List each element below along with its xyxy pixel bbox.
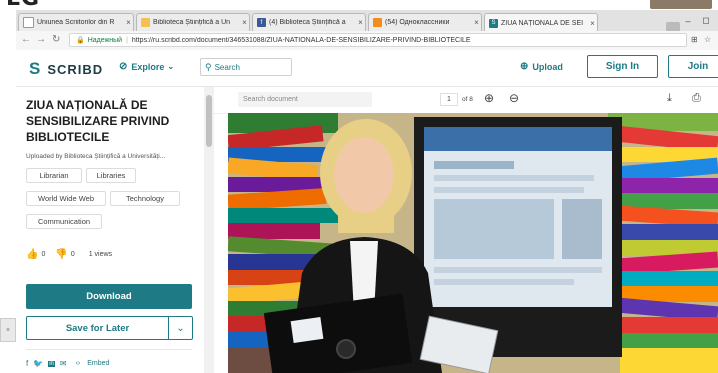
tag-world-wide-web[interactable]: World Wide Web xyxy=(26,191,106,206)
embed-label: Embed xyxy=(87,360,110,367)
tab-title: (4) Biblioteca Științifică a xyxy=(269,19,346,26)
restore-button[interactable]: ◻ xyxy=(698,10,714,31)
explore-button[interactable]: ⊘ Explore ⌄ xyxy=(119,61,174,72)
reload-icon[interactable]: ↻ xyxy=(52,34,60,45)
twitter-icon[interactable]: 🐦 xyxy=(33,359,43,368)
code-icon: ‹› xyxy=(75,360,81,367)
tag-libraries[interactable]: Libraries xyxy=(86,168,136,183)
share-row: f 🐦 in ✉ ‹› Embed xyxy=(26,359,119,368)
facebook-icon[interactable]: f xyxy=(26,359,28,368)
document-toolbar: Search document 1 of 8 ⊕ ⊖ ⤓ ⎙ xyxy=(214,87,718,114)
upload-icon: ⊕ xyxy=(520,61,529,72)
tab-title: Biblioteca Științifică a Un xyxy=(153,19,231,26)
lock-icon: 🔒 xyxy=(76,37,85,44)
close-icon[interactable]: × xyxy=(588,19,597,28)
upvote-count: 0 xyxy=(41,251,46,258)
minimize-button[interactable]: – xyxy=(680,10,696,31)
browser-tab-bar: Uniunea Scriitorilor din R × Biblioteca … xyxy=(16,10,718,32)
page-number-input[interactable]: 1 xyxy=(440,93,458,106)
uploaded-by[interactable]: Uploaded by Biblioteca Științifică a Uni… xyxy=(26,153,198,160)
address-bar: ← → ↻ 🔒 Надежный | https://ru.scribd.com… xyxy=(16,31,718,51)
close-icon[interactable]: × xyxy=(472,18,481,27)
page-icon xyxy=(23,17,34,28)
document-search-input[interactable]: Search document xyxy=(238,92,372,107)
search-icon: ⚲ xyxy=(205,61,212,72)
scribd-icon: S xyxy=(489,18,498,28)
logo-text: SCRIBD xyxy=(47,61,104,77)
book-stack-right xyxy=(607,113,718,373)
download-icon[interactable]: ⤓ xyxy=(667,92,672,105)
tab-title: ZIUA NAȚIONALĂ DE SEI xyxy=(501,19,584,27)
linkedin-icon[interactable]: in xyxy=(48,360,55,367)
chevron-down-icon[interactable]: ⌄ xyxy=(168,316,193,340)
tag-communication[interactable]: Communication xyxy=(26,214,102,229)
chevron-down-icon: ⌄ xyxy=(167,62,175,71)
scrollbar-thumb[interactable] xyxy=(206,95,212,147)
explore-label: Explore xyxy=(131,61,165,72)
document-info-panel: ZIUA NAȚIONALĂ DE SENSIBILIZARE PRIVIND … xyxy=(16,87,204,373)
zoom-out-icon[interactable]: ⊖ xyxy=(509,91,519,105)
tab-title: (54) Одноклассники xyxy=(385,19,450,26)
page-count: of 8 xyxy=(462,96,473,103)
compass-icon: ⊘ xyxy=(119,61,128,72)
secure-label: Надежный xyxy=(87,36,123,44)
url-input[interactable]: 🔒 Надежный | https://ru.scribd.com/docum… xyxy=(69,33,687,47)
photo-illustration xyxy=(228,113,718,373)
divider xyxy=(26,349,192,350)
partial-window-edge: × xyxy=(0,318,16,342)
site-header: S SCRIBD ⊘ Explore ⌄ ⚲ Search ⊕ Upload S… xyxy=(16,50,718,87)
translate-icon[interactable]: ⊞ xyxy=(691,35,698,44)
download-button[interactable]: Download xyxy=(26,284,192,309)
tab-title: Uniunea Scriitorilor din R xyxy=(37,19,115,26)
facebook-icon: f xyxy=(257,18,266,27)
document-page-image xyxy=(228,113,718,373)
search-placeholder: Search xyxy=(214,62,240,72)
sign-in-button[interactable]: Sign In xyxy=(587,55,658,78)
close-icon[interactable]: × xyxy=(124,18,133,27)
forward-arrow-icon[interactable]: → xyxy=(36,34,46,45)
tag-technology[interactable]: Technology xyxy=(110,191,180,206)
tag-librarian[interactable]: Librarian xyxy=(26,168,82,183)
close-icon[interactable]: × xyxy=(356,18,365,27)
close-icon[interactable]: × xyxy=(240,18,249,27)
separator: | xyxy=(126,36,128,44)
upload-button[interactable]: ⊕ Upload xyxy=(520,61,563,72)
browser-tab[interactable]: Uniunea Scriitorilor din R × xyxy=(18,13,134,31)
mail-icon[interactable]: ✉ xyxy=(60,359,67,368)
browser-tab[interactable]: f (4) Biblioteca Științifică a × xyxy=(252,13,366,31)
bookmark-icon xyxy=(141,18,150,27)
scribd-logo[interactable]: S SCRIBD xyxy=(29,59,103,79)
desk-object xyxy=(650,0,712,9)
odnoklassniki-icon xyxy=(373,18,382,27)
downvote-count: 0 xyxy=(70,251,75,258)
print-icon[interactable]: ⎙ xyxy=(692,92,701,105)
zoom-in-icon[interactable]: ⊕ xyxy=(484,91,494,105)
vote-row: 👍 0 👎 0 1 views xyxy=(26,249,112,260)
view-count: 1 views xyxy=(88,251,113,258)
url-text: https://ru.scribd.com/document/346531088… xyxy=(131,36,471,44)
browser-tab[interactable]: Biblioteca Științifică a Un × xyxy=(136,13,250,31)
upload-label: Upload xyxy=(532,61,563,72)
thumbs-down-icon[interactable]: 👎 xyxy=(55,249,67,260)
browser-tab-active[interactable]: S ZIUA NAȚIONALĂ DE SEI × xyxy=(484,13,598,32)
star-icon[interactable]: ☆ xyxy=(704,35,711,44)
document-title: ZIUA NAȚIONALĂ DE SENSIBILIZARE PRIVIND … xyxy=(26,98,170,144)
embed-link[interactable]: ‹› Embed xyxy=(76,360,115,367)
search-input[interactable]: ⚲ Search xyxy=(200,58,292,76)
save-for-later-button[interactable]: Save for Later xyxy=(26,316,168,340)
scribd-logo-icon: S xyxy=(29,59,42,78)
browser-tab[interactable]: (54) Одноклассники × xyxy=(368,13,482,31)
panel-scrollbar[interactable] xyxy=(204,87,214,373)
join-button[interactable]: Join xyxy=(668,55,718,78)
thumbs-up-icon[interactable]: 👍 xyxy=(26,249,38,260)
back-arrow-icon[interactable]: ← xyxy=(21,34,31,45)
